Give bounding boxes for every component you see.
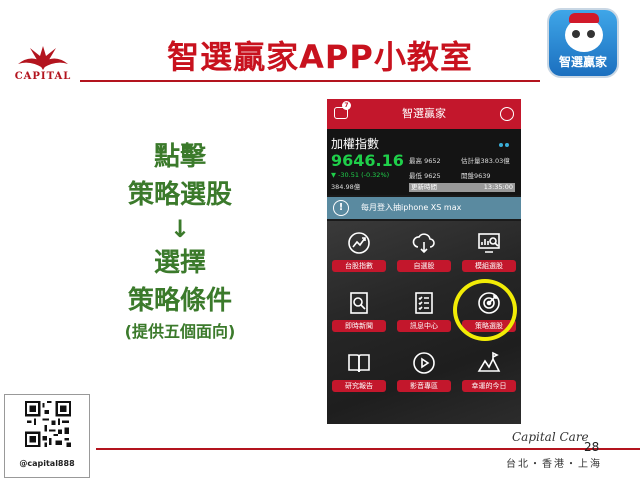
index-change: ▼ -30.51 (-0.32%) — [331, 171, 390, 179]
index-open: 開盤9639 — [461, 172, 491, 180]
instruction-step-3: 選擇 — [153, 248, 206, 278]
app-title: 智選贏家 — [402, 107, 446, 120]
instruction-step-4: 策略條件 — [127, 286, 232, 316]
carousel-dots — [497, 132, 509, 151]
menu-label: 影音專區 — [397, 380, 451, 392]
menu-item-strategy-screener[interactable]: 策略選股 — [457, 285, 521, 339]
chart-icon — [348, 232, 370, 254]
menu-item-lucky-today[interactable]: 幸運的今日 — [457, 345, 521, 399]
index-low: 最低 9625 — [409, 172, 441, 180]
checklist-icon — [415, 292, 433, 314]
page-indicator — [415, 414, 427, 424]
index-estimate: 估計量383.03億 — [461, 157, 510, 165]
menu-item-index[interactable]: 台股指數 — [327, 225, 391, 279]
menu-label: 訊息中心 — [397, 320, 451, 332]
app-screen: 7 智選贏家 加權指數 9646.16 ▼ -30.51 (-0.32%) 38… — [327, 99, 521, 424]
update-time-value: 13:35:00 — [483, 183, 513, 191]
menu-label: 研究報告 — [332, 380, 386, 392]
menu-label: 即時新聞 — [332, 320, 386, 332]
brand-footer: Capital Care — [512, 430, 589, 444]
menu-label: 幸運的今日 — [462, 380, 516, 392]
promo-text: 每月登入抽iphone XS max — [361, 203, 462, 212]
menu-item-message-center[interactable]: 訊息中心 — [392, 285, 456, 339]
qr-code-card: @capital888 — [4, 394, 90, 478]
promo-banner[interactable]: ! 每月登入抽iphone XS max — [327, 197, 521, 219]
page-number: 28 — [584, 440, 600, 454]
mascot-hat-icon — [569, 13, 599, 23]
menu-item-video[interactable]: 影音專區 — [392, 345, 456, 399]
instruction-text: 點擊 策略選股 ↓ 選擇 策略條件 (提供五個面向) — [80, 138, 280, 344]
news-icon — [350, 292, 368, 314]
feature-grid: 台股指數 自選股 模組選股 即時新聞 訊息中心 策略選股 研究報告 影音專區 幸… — [327, 221, 521, 424]
monitor-search-icon — [478, 233, 500, 253]
update-time-bar: 更新時間 13:35:00 — [409, 183, 515, 192]
target-icon — [478, 292, 500, 314]
menu-label: 自選股 — [397, 260, 451, 272]
menu-item-watchlist[interactable]: 自選股 — [392, 225, 456, 279]
title-divider — [80, 80, 540, 82]
map-icon — [477, 351, 501, 372]
bird-logo-icon — [18, 46, 68, 70]
index-name: 加權指數 — [331, 137, 380, 151]
instruction-step-2: 策略選股 — [127, 180, 232, 210]
book-icon — [348, 354, 370, 373]
down-arrow-icon: ↓ — [169, 215, 191, 243]
play-icon — [413, 352, 435, 374]
index-volume: 384.98億 — [331, 183, 361, 191]
info-icon: ! — [333, 200, 349, 216]
menu-item-research[interactable]: 研究報告 — [327, 345, 391, 399]
user-icon[interactable] — [500, 107, 514, 121]
app-icon-label: 智選贏家 — [558, 55, 607, 69]
slide-title: 智選贏家APP小教室 — [167, 38, 473, 76]
index-quote-panel[interactable]: 加權指數 9646.16 ▼ -30.51 (-0.32%) 384.98億 最… — [327, 129, 521, 195]
menu-item-module-screener[interactable]: 模組選股 — [457, 225, 521, 279]
instruction-step-1: 點擊 — [153, 142, 206, 172]
footer-divider — [96, 448, 640, 450]
app-header: 7 智選贏家 — [327, 99, 521, 129]
qr-handle: @capital888 — [19, 459, 75, 468]
menu-label: 模組選股 — [462, 260, 516, 272]
menu-label: 策略選股 — [462, 320, 516, 332]
menu-label: 台股指數 — [332, 260, 386, 272]
cloud-download-icon — [412, 233, 435, 254]
logo-text: CAPITAL — [14, 71, 72, 82]
index-high: 最高 9652 — [409, 157, 441, 165]
instruction-note: (提供五個面向) — [124, 322, 236, 341]
menu-item-news[interactable]: 即時新聞 — [327, 285, 391, 339]
index-price: 9646.16 — [331, 151, 404, 170]
capital-logo: CAPITAL — [10, 44, 76, 86]
cities-footer: 台北・香港・上海 — [506, 459, 602, 470]
update-time-label: 更新時間 — [411, 183, 437, 191]
qr-code-icon — [25, 401, 71, 447]
app-icon: 智選贏家 — [547, 8, 619, 78]
mascot-face-icon — [565, 18, 603, 52]
